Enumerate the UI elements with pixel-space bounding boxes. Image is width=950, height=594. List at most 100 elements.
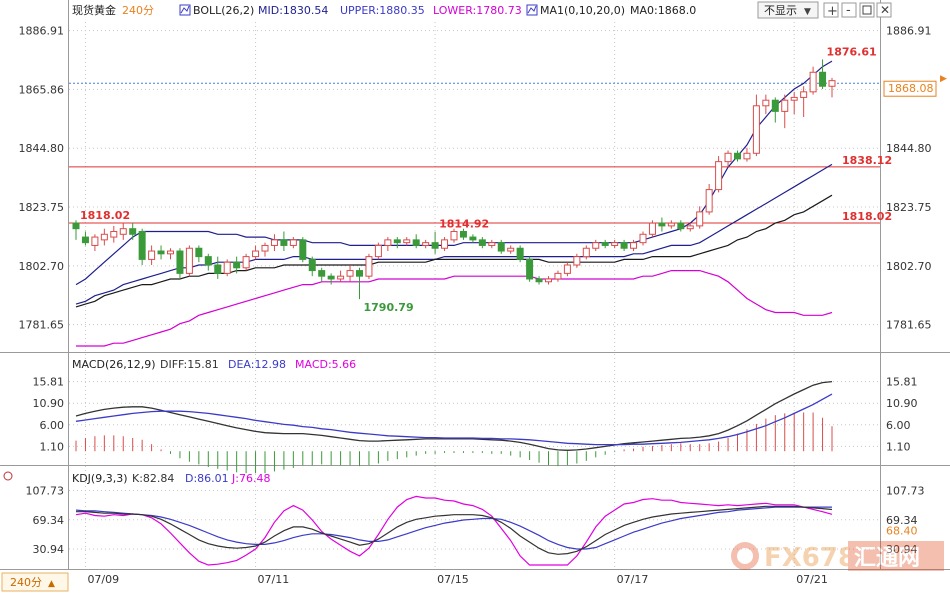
macd-label: MACD(26,12,9) <box>72 358 156 371</box>
watermark-cn-text: 汇通网 <box>854 546 920 571</box>
y-tick-label-left: 1823.75 <box>19 201 65 214</box>
candle-body <box>393 239 401 244</box>
candle-body <box>308 258 316 272</box>
trading-chart[interactable]: 1886.91 1865.86 1844.80 1823.75 1802.70 1781.… <box>0 0 950 594</box>
y-tick-label-left: 69.34 <box>33 514 65 527</box>
candle-body <box>771 99 779 112</box>
candle-body <box>790 96 798 101</box>
candle-body <box>592 242 600 249</box>
top-right-controls: 不显示 ▼ + - ✕ <box>757 1 892 19</box>
y-tick-label-right: 107.73 <box>886 485 925 498</box>
y-tick-label-left: 1844.80 <box>19 142 65 155</box>
y-tick-label-left: 6.00 <box>40 419 65 432</box>
period-selector[interactable]: 240分 ▲ <box>1 572 69 592</box>
hline-label: 1818.02 <box>842 210 892 223</box>
candle-body <box>148 250 156 260</box>
close-icon: ✕ <box>880 3 890 17</box>
candle-body <box>469 236 477 241</box>
candle-body <box>365 256 373 277</box>
candle-body <box>507 247 515 252</box>
candle-body <box>639 233 647 244</box>
y-tick-label-left: 1865.86 <box>19 83 65 96</box>
kdj-d-value: D:86.01 <box>185 472 229 485</box>
period-up-icon: ▲ <box>48 579 55 589</box>
candle-body <box>195 247 203 258</box>
watermark-text: FX678 <box>764 543 856 573</box>
expand-button[interactable] <box>859 2 875 18</box>
dropdown-icon[interactable]: ▼ <box>804 7 811 17</box>
candle-body <box>157 250 165 255</box>
y-tick-label-left: 1802.70 <box>19 260 65 273</box>
add-icon: + <box>827 4 838 19</box>
candle-body <box>252 250 260 258</box>
candle-body <box>497 242 505 252</box>
y-tick-label-left: 10.90 <box>33 397 65 410</box>
candle-body <box>611 242 619 246</box>
candle-body <box>403 239 411 244</box>
candle-body <box>327 275 335 280</box>
y-tick-label-right: 1844.80 <box>886 142 932 155</box>
current-price-label: 1868.08 <box>888 82 934 95</box>
candle-body <box>724 152 732 163</box>
candle-body <box>573 256 581 266</box>
candle-body <box>422 242 430 246</box>
y-tick-label-right: 1.10 <box>886 440 911 453</box>
ma-label: MA1(0,10,20,0) <box>540 4 625 17</box>
candle-body <box>346 270 354 277</box>
x-tick-label: 07/11 <box>258 573 290 586</box>
candle-body <box>412 239 420 246</box>
candle-body <box>696 211 704 227</box>
y-tick-label-left: 1781.65 <box>19 319 65 332</box>
price-arrow-icon: ▶ <box>940 74 947 84</box>
y-tick-label-left: 15.81 <box>33 376 65 389</box>
candle-body <box>715 161 723 191</box>
candle-body <box>176 250 184 274</box>
candle-body <box>233 261 241 269</box>
price-annotation: 1876.61 <box>827 45 877 58</box>
candle-body <box>762 99 770 107</box>
candle-body <box>119 228 127 235</box>
candle-body <box>478 239 486 246</box>
candle-body <box>705 189 713 213</box>
y-tick-label-right: 1802.70 <box>886 260 932 273</box>
macd-diff-value: DIFF:15.81 <box>160 358 219 371</box>
candle-body <box>809 71 817 93</box>
candle-body <box>318 270 326 277</box>
candle-body <box>743 152 751 160</box>
candle-body <box>138 230 146 260</box>
candle-body <box>648 222 656 235</box>
candle-body <box>72 222 80 230</box>
candle-body <box>299 239 307 260</box>
x-tick-label: 07/15 <box>437 573 469 586</box>
candle-body <box>167 250 174 255</box>
y-tick-label-right: 6.00 <box>886 419 911 432</box>
candle-body <box>214 264 222 274</box>
candle-body <box>686 225 694 230</box>
candle-body <box>270 239 278 246</box>
candle-body <box>601 242 609 246</box>
candle-body <box>374 244 382 258</box>
candle-body <box>545 278 552 283</box>
y-tick-label-right: 1823.75 <box>886 201 932 214</box>
price-annotation: 1814.92 <box>439 218 489 231</box>
candle-body <box>280 239 288 246</box>
candle-body <box>356 270 363 277</box>
y-tick-label-right: 1781.65 <box>886 319 932 332</box>
candle-body <box>185 247 193 274</box>
candle-body <box>91 236 99 246</box>
macd-dea-value: DEA:12.98 <box>228 358 286 371</box>
candle-body <box>289 239 297 246</box>
candle-body <box>431 242 439 249</box>
candle-body <box>734 152 741 160</box>
candle-body <box>535 278 543 283</box>
ma-value: MA0:1868.0 <box>630 4 696 17</box>
candle-body <box>620 242 628 249</box>
macd-hist-value: MACD:5.66 <box>295 358 356 371</box>
candle-body <box>828 80 836 87</box>
candle-body <box>677 222 685 230</box>
candle-body <box>667 222 675 227</box>
hide-dropdown-label: 不显示 <box>764 4 797 17</box>
kdj-j-value: J:76.48 <box>231 472 270 485</box>
candle-body <box>223 261 231 274</box>
hline-label: 1838.12 <box>842 154 892 167</box>
